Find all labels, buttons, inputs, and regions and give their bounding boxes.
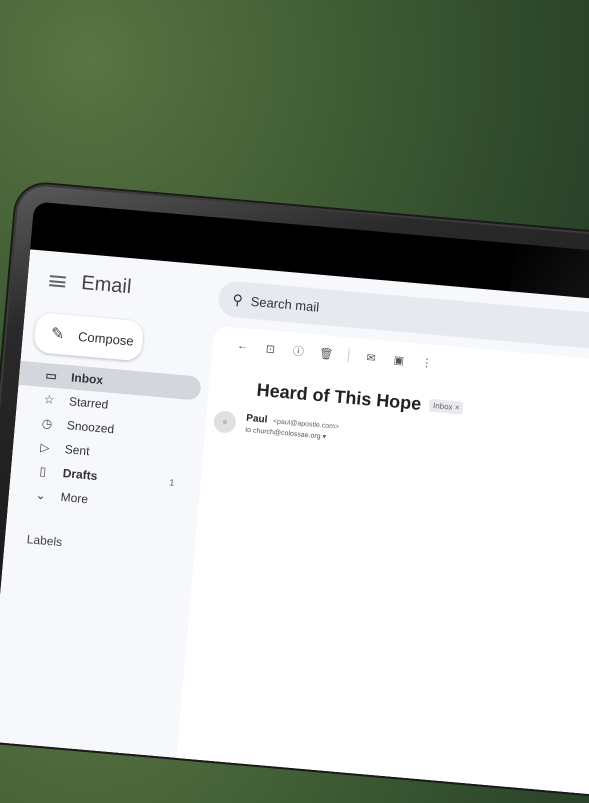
- message-panel: ← ⊡ ⓘ 🗑 ✉ ▣ ⋮ Heard of This Hope Inbox ×: [176, 325, 589, 803]
- compose-button[interactable]: ✎ Compose: [33, 312, 145, 362]
- clock-icon: ◷: [41, 416, 53, 431]
- message-subject-row: Heard of This Hope Inbox ×: [256, 380, 465, 419]
- labels-heading: Labels: [26, 532, 63, 550]
- message-subject: Heard of This Hope: [255, 379, 423, 414]
- inbox-icon: ▭: [44, 368, 58, 384]
- draft-icon: ▯: [38, 464, 47, 479]
- drafts-count: 1: [168, 477, 175, 488]
- toolbar-divider: [347, 348, 350, 363]
- app-header: Email: [49, 269, 133, 299]
- avatar[interactable]: ●: [212, 410, 237, 434]
- pencil-icon: ✎: [50, 325, 65, 344]
- sidebar-item-label: Sent: [64, 442, 91, 459]
- delete-icon[interactable]: 🗑: [312, 346, 341, 361]
- sidebar-item-label: Snoozed: [66, 418, 115, 437]
- send-icon: ▷: [39, 439, 51, 455]
- email-app: Email ✎ Compose ▭ Inbox ☆ Starred ◷ Snoo…: [0, 249, 589, 803]
- laptop-screen: Email ✎ Compose ▭ Inbox ☆ Starred ◷ Snoo…: [0, 201, 589, 803]
- chevron-down-icon: ⌄: [35, 487, 47, 503]
- archive-icon[interactable]: ⊡: [256, 341, 285, 356]
- search-icon[interactable]: ⚲: [232, 291, 244, 309]
- star-icon: ☆: [43, 392, 56, 407]
- report-spam-icon[interactable]: ⓘ: [284, 342, 313, 360]
- message-toolbar: ← ⊡ ⓘ 🗑 ✉ ▣ ⋮: [228, 337, 442, 372]
- sidebar-item-label: More: [60, 489, 89, 507]
- search-placeholder: Search mail: [250, 293, 320, 315]
- more-options-icon[interactable]: ⋮: [412, 355, 441, 370]
- back-arrow-icon[interactable]: ←: [228, 339, 257, 353]
- nav-list: ▭ Inbox ☆ Starred ◷ Snoozed ▷ Sent ▯ Dra…: [8, 360, 202, 520]
- sidebar-item-label: Drafts: [62, 466, 98, 484]
- app-title: Email: [80, 271, 133, 299]
- move-to-icon[interactable]: ▣: [384, 352, 413, 367]
- main-area: ⚲ Search mail ← ⊡ ⓘ 🗑 ✉ ▣ ⋮ Heard of Thi…: [176, 266, 589, 803]
- inbox-label-chip[interactable]: Inbox ×: [428, 398, 465, 415]
- laptop-frame: Email ✎ Compose ▭ Inbox ☆ Starred ◷ Snoo…: [0, 182, 589, 803]
- mark-unread-icon[interactable]: ✉: [357, 350, 386, 365]
- sidebar-item-label: Starred: [68, 394, 109, 412]
- compose-label: Compose: [77, 328, 135, 349]
- menu-icon[interactable]: [49, 275, 66, 288]
- sidebar-item-label: Inbox: [70, 370, 104, 388]
- sidebar: Email ✎ Compose ▭ Inbox ☆ Starred ◷ Snoo…: [0, 249, 211, 757]
- sender-name: Paul: [245, 412, 268, 426]
